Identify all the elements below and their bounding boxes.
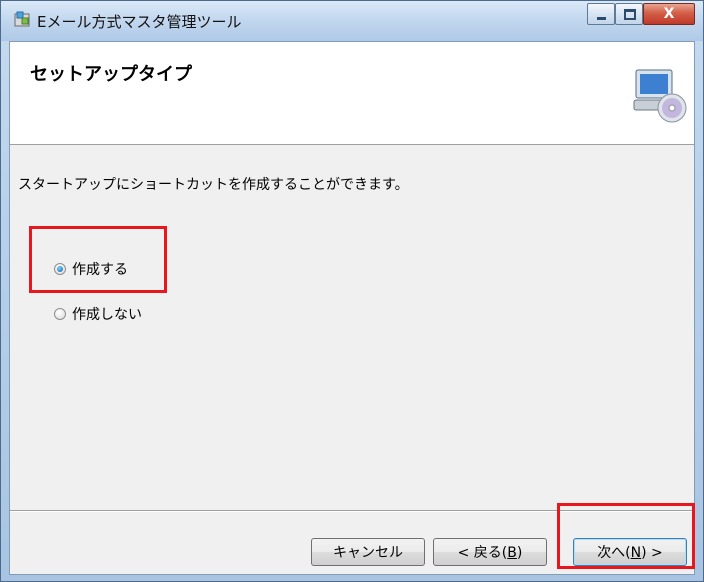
back-button-label: < 戻る(B) bbox=[457, 545, 523, 561]
minimize-icon bbox=[597, 17, 606, 20]
maximize-button[interactable] bbox=[615, 3, 643, 25]
radio-not-create[interactable]: 作成しない bbox=[54, 304, 142, 324]
window-title: Eメール方式マスタ管理ツール bbox=[37, 13, 242, 31]
back-button[interactable]: < 戻る(B) bbox=[433, 538, 547, 566]
radio-button-unchecked[interactable] bbox=[54, 308, 66, 320]
description-text: スタートアップにショートカットを作成することができます。 bbox=[18, 177, 409, 193]
page-title: セットアップタイプ bbox=[30, 64, 192, 85]
computer-cd-icon bbox=[633, 69, 687, 123]
title-bar[interactable]: Eメール方式マスタ管理ツール X bbox=[1, 1, 703, 41]
dialog-header: セットアップタイプ bbox=[10, 42, 694, 145]
cancel-button-label: キャンセル bbox=[333, 545, 403, 561]
maximize-icon bbox=[624, 9, 636, 20]
dialog-client-area: セットアップタイプ スタートアップにショートカットを作成することができます。 作… bbox=[9, 41, 695, 575]
close-button[interactable]: X bbox=[643, 3, 695, 25]
radio-not-create-label: 作成しない bbox=[72, 307, 142, 323]
installer-app-icon bbox=[14, 11, 30, 27]
highlight-create-option bbox=[29, 226, 167, 293]
cancel-button[interactable]: キャンセル bbox=[311, 538, 425, 566]
minimize-button[interactable] bbox=[587, 3, 615, 25]
window-controls: X bbox=[587, 3, 695, 27]
highlight-next-button bbox=[557, 503, 695, 569]
close-icon: X bbox=[663, 6, 675, 22]
